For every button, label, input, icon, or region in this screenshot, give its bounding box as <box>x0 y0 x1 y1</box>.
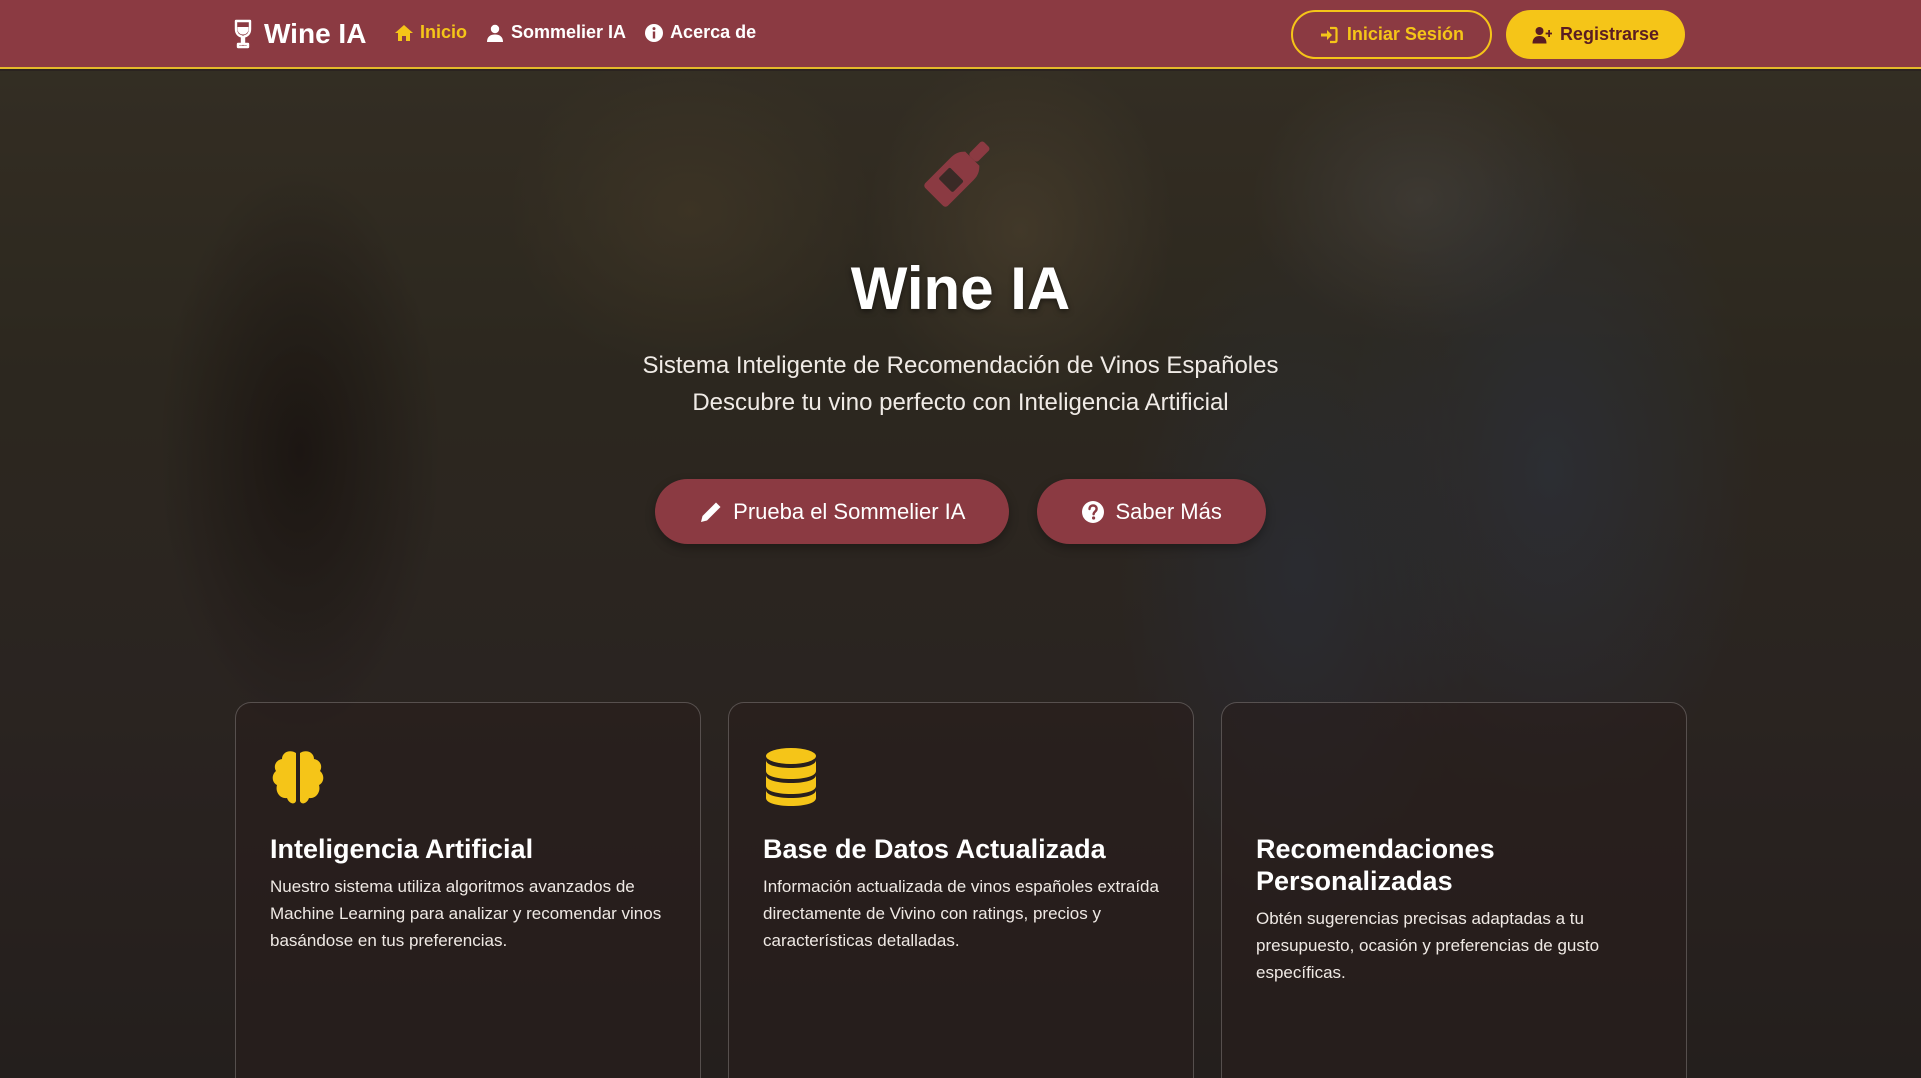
login-label: Iniciar Sesión <box>1346 24 1464 44</box>
hero-title: Wine IA <box>850 255 1071 322</box>
nav-links: Inicio Sommelier IA Acerca de <box>394 22 756 43</box>
nav-link-label: Acerca de <box>670 22 757 42</box>
navbar: Wine IA Inicio Sommelier IA Acerca de In… <box>0 0 1921 69</box>
learn-more-label: Saber Más <box>1115 498 1222 524</box>
feature-card-database: Base de Datos Actualizada Información ac… <box>728 702 1194 1078</box>
login-button[interactable]: Iniciar Sesión <box>1290 10 1492 59</box>
features-section: Inteligencia Artificial Nuestro sistema … <box>235 702 1687 1078</box>
database-icon <box>766 748 816 806</box>
brand-name: Wine IA <box>264 18 367 49</box>
register-button[interactable]: Registrarse <box>1505 10 1685 59</box>
question-circle-icon <box>1082 500 1105 523</box>
user-plus-icon <box>1532 26 1552 43</box>
feature-title: Base de Datos Actualizada <box>763 834 1106 864</box>
try-sommelier-label: Prueba el Sommelier IA <box>733 498 966 524</box>
wine-glass-icon <box>234 19 252 49</box>
feature-text: Nuestro sistema utiliza algoritmos avanz… <box>270 877 662 950</box>
feature-text: Información actualizada de vinos español… <box>763 877 1159 950</box>
pencil-icon <box>701 502 721 522</box>
hero-subtitle: Sistema Inteligente de Recomendación de … <box>0 347 1921 421</box>
feature-title: Inteligencia Artificial <box>270 834 534 864</box>
feature-title: Recomendaciones Personalizadas <box>1256 834 1495 896</box>
wine-bottle-icon <box>923 141 989 207</box>
hero-subtitle-line1: Sistema Inteligente de Recomendación de … <box>642 352 1279 379</box>
sign-in-icon <box>1320 26 1338 43</box>
feature-icon-placeholder <box>1256 747 1312 807</box>
feature-card-ai: Inteligencia Artificial Nuestro sistema … <box>235 702 701 1078</box>
feature-text: Obtén sugerencias precisas adaptadas a t… <box>1256 909 1600 982</box>
hero-buttons: Prueba el Sommelier IA Saber Más <box>0 479 1921 544</box>
brain-icon <box>272 751 324 804</box>
nav-link-label: Inicio <box>420 22 468 42</box>
user-icon <box>487 24 504 42</box>
brand-link[interactable]: Wine IA <box>232 18 366 50</box>
hero-subtitle-line2: Descubre tu vino perfecto con Inteligenc… <box>692 389 1229 416</box>
nav-link-inicio[interactable]: Inicio <box>394 22 467 43</box>
nav-link-acerca[interactable]: Acerca de <box>644 22 756 43</box>
auth-buttons: Iniciar Sesión Registrarse <box>1290 10 1685 59</box>
learn-more-button[interactable]: Saber Más <box>1037 479 1266 544</box>
feature-card-personalized: Recomendaciones Personalizadas Obtén sug… <box>1221 702 1687 1078</box>
register-label: Registrarse <box>1559 24 1659 44</box>
hero-section: Wine IA Sistema Inteligente de Recomenda… <box>0 130 1921 544</box>
nav-link-sommelier[interactable]: Sommelier IA <box>485 22 626 43</box>
try-sommelier-button[interactable]: Prueba el Sommelier IA <box>655 479 1010 544</box>
nav-link-label: Sommelier IA <box>511 22 627 42</box>
info-icon <box>645 23 664 42</box>
home-icon <box>395 24 413 41</box>
